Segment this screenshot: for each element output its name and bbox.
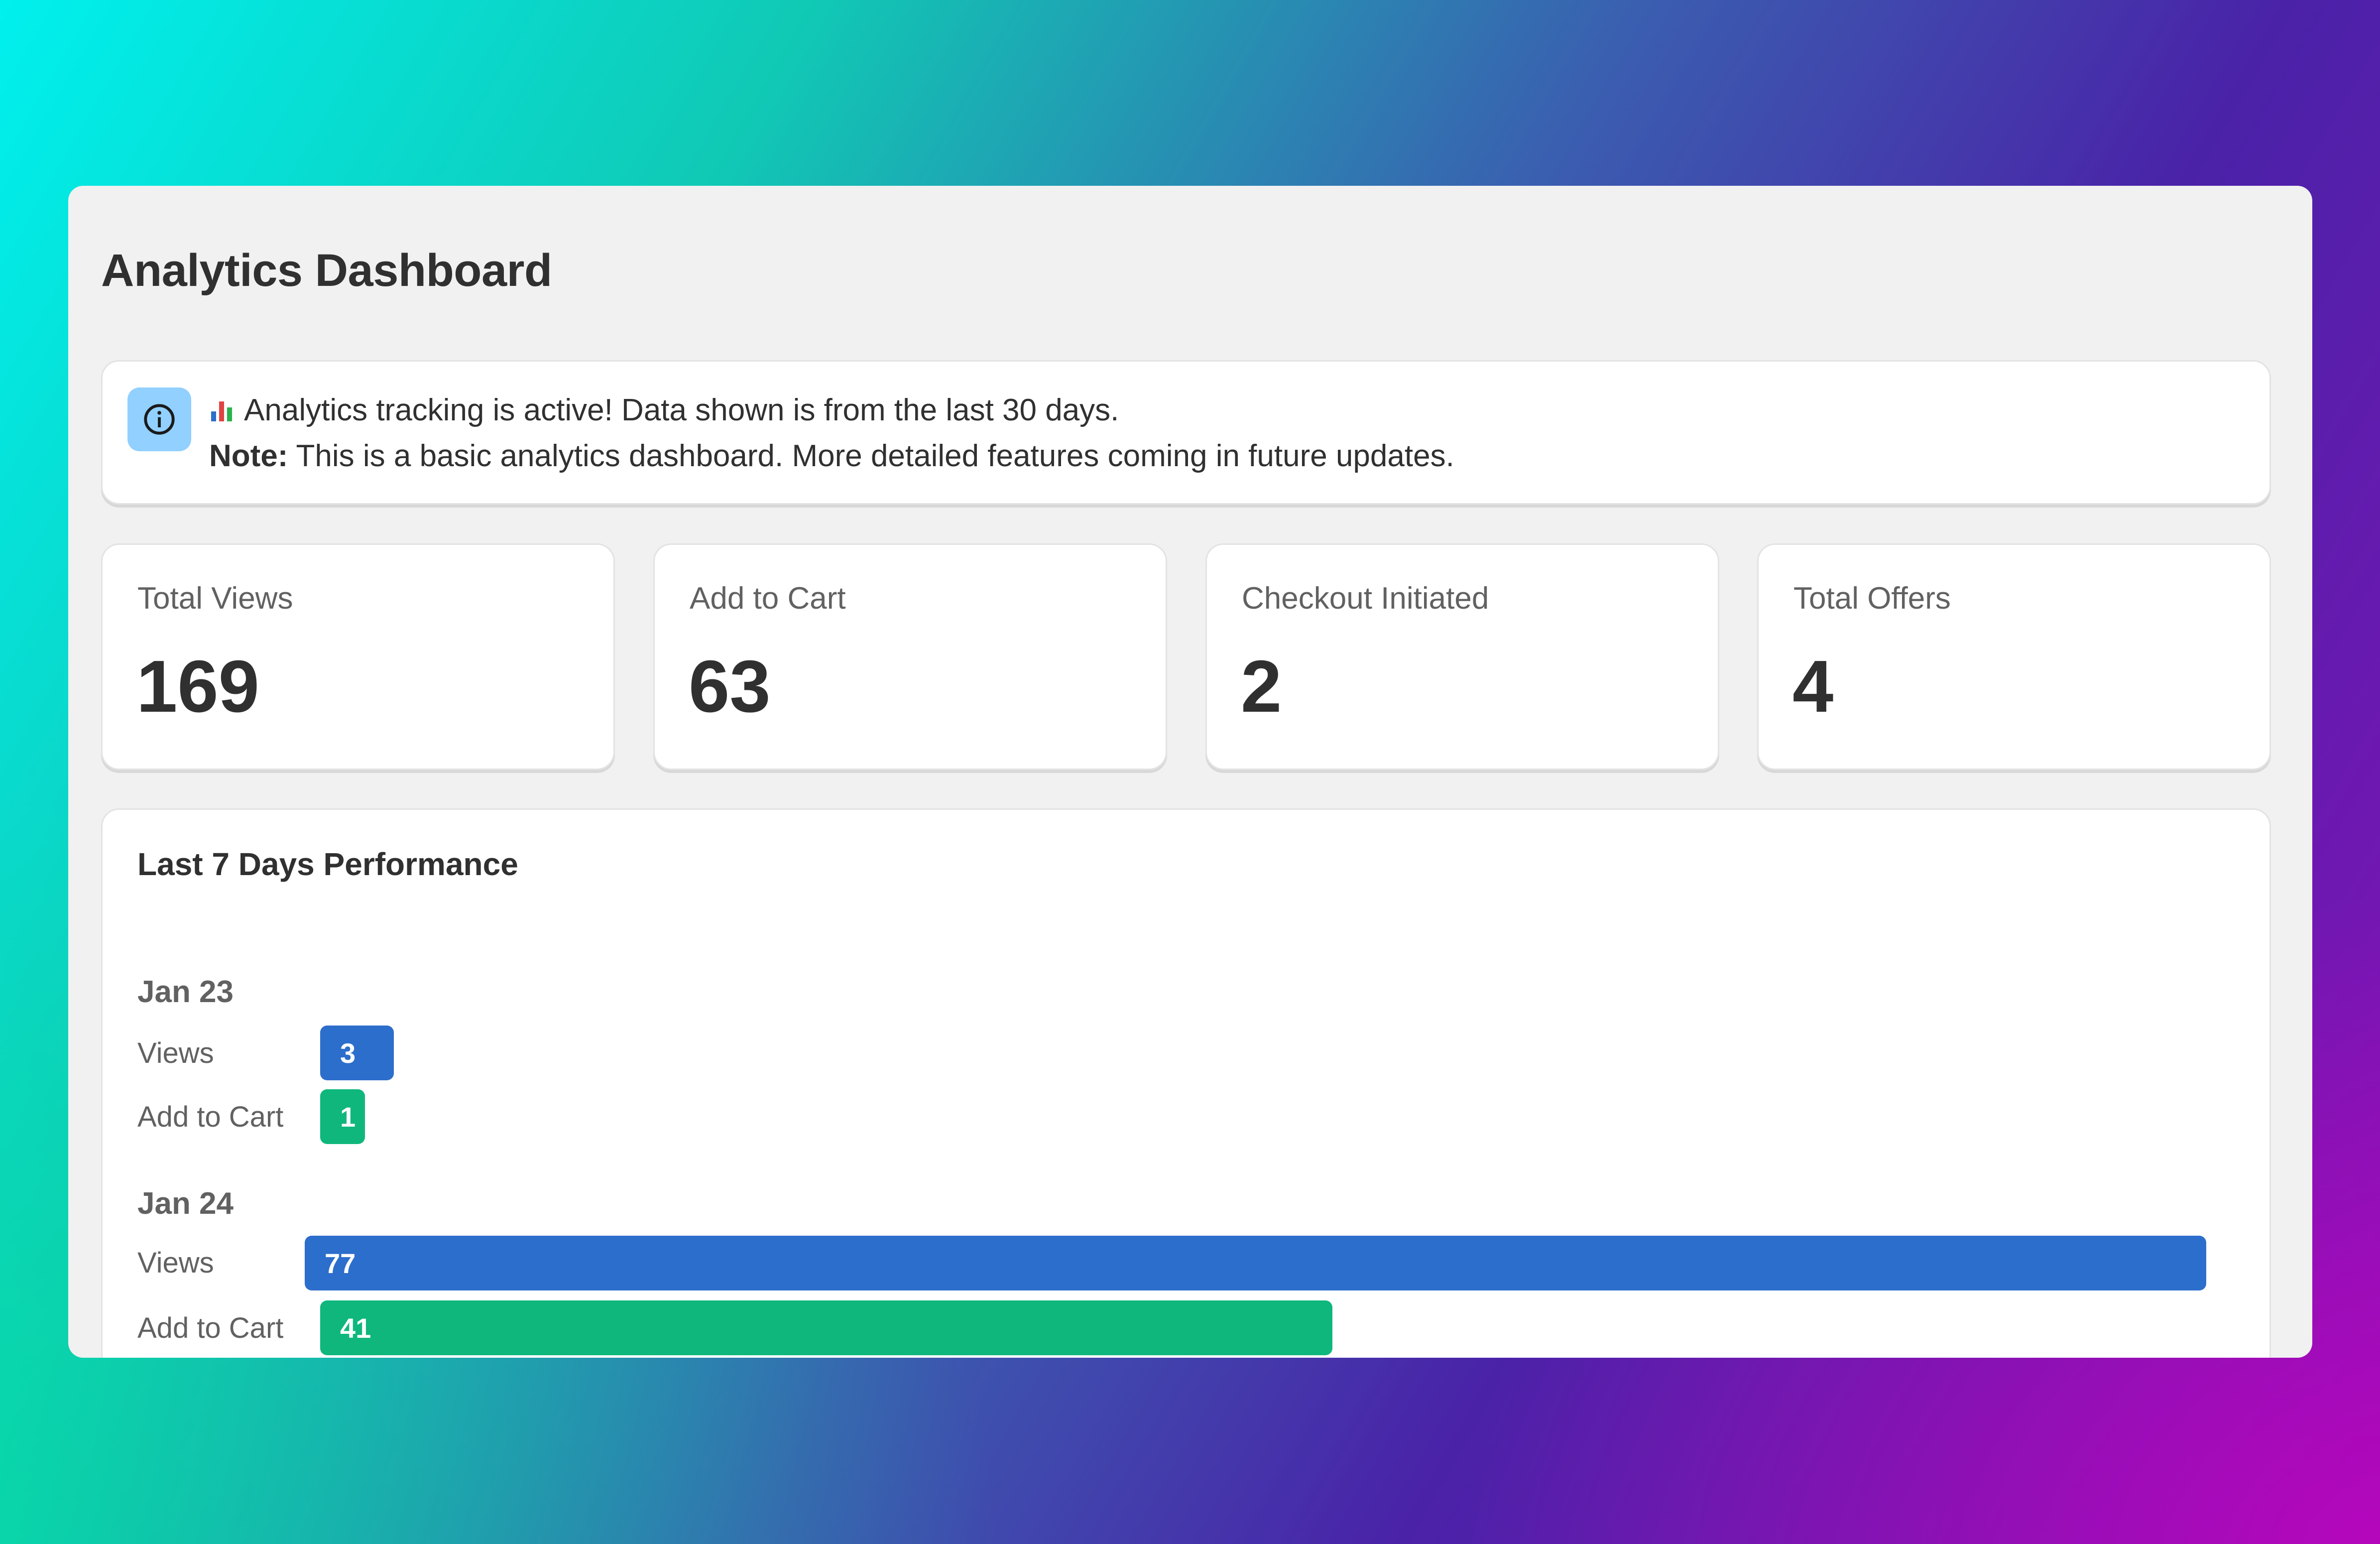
add-to-cart-bar: 1 bbox=[320, 1089, 365, 1144]
add-to-cart-bar-value: 41 bbox=[340, 1312, 371, 1344]
stat-label: Total Offers bbox=[1793, 581, 1951, 616]
views-label: Views bbox=[137, 1247, 214, 1279]
day-label: Jan 24 bbox=[137, 1186, 234, 1221]
stat-value: 169 bbox=[136, 645, 259, 728]
stat-value: 63 bbox=[689, 645, 771, 728]
info-banner: Analytics tracking is active! Data shown… bbox=[101, 360, 2271, 505]
bar-chart-emoji-icon bbox=[209, 397, 235, 423]
stat-card-checkout-initiated: Checkout Initiated 2 bbox=[1205, 543, 1719, 770]
views-bar: 77 bbox=[305, 1236, 2206, 1290]
stat-card-total-offers: Total Offers 4 bbox=[1757, 543, 2271, 770]
banner-message: Analytics tracking is active! Data shown… bbox=[209, 387, 1454, 479]
banner-line-1-text: Analytics tracking is active! Data shown… bbox=[244, 393, 1119, 427]
views-bar-value: 3 bbox=[340, 1037, 356, 1069]
page-title: Analytics Dashboard bbox=[101, 245, 552, 296]
note-text: This is a basic analytics dashboard. Mor… bbox=[288, 439, 1454, 473]
add-to-cart-bar: 41 bbox=[320, 1300, 1333, 1355]
stat-value: 2 bbox=[1241, 645, 1282, 728]
banner-line-1: Analytics tracking is active! Data shown… bbox=[209, 387, 1454, 433]
dashboard-window: Analytics Dashboard Analytics tracking i… bbox=[68, 186, 2312, 1358]
add-to-cart-label: Add to Cart bbox=[137, 1312, 284, 1344]
day-label: Jan 23 bbox=[137, 975, 234, 1009]
stats-row: Total Views 169 Add to Cart 63 Checkout … bbox=[101, 543, 2271, 770]
performance-card: Last 7 Days Performance Jan 23 Views 3 A… bbox=[101, 808, 2271, 1358]
stat-card-add-to-cart: Add to Cart 63 bbox=[653, 543, 1167, 770]
stat-label: Total Views bbox=[137, 581, 293, 616]
stat-value: 4 bbox=[1792, 645, 1834, 728]
stat-label: Add to Cart bbox=[690, 581, 846, 616]
performance-title: Last 7 Days Performance bbox=[137, 846, 518, 882]
note-label: Note: bbox=[209, 439, 288, 473]
stat-label: Checkout Initiated bbox=[1242, 581, 1489, 616]
stat-card-total-views: Total Views 169 bbox=[101, 543, 615, 770]
add-to-cart-bar-value: 1 bbox=[340, 1101, 356, 1133]
views-label: Views bbox=[137, 1037, 214, 1069]
banner-line-2: Note: This is a basic analytics dashboar… bbox=[209, 433, 1454, 479]
views-bar: 3 bbox=[320, 1026, 394, 1080]
add-to-cart-label: Add to Cart bbox=[137, 1101, 284, 1133]
info-icon bbox=[127, 387, 191, 451]
views-bar-value: 77 bbox=[325, 1247, 356, 1279]
